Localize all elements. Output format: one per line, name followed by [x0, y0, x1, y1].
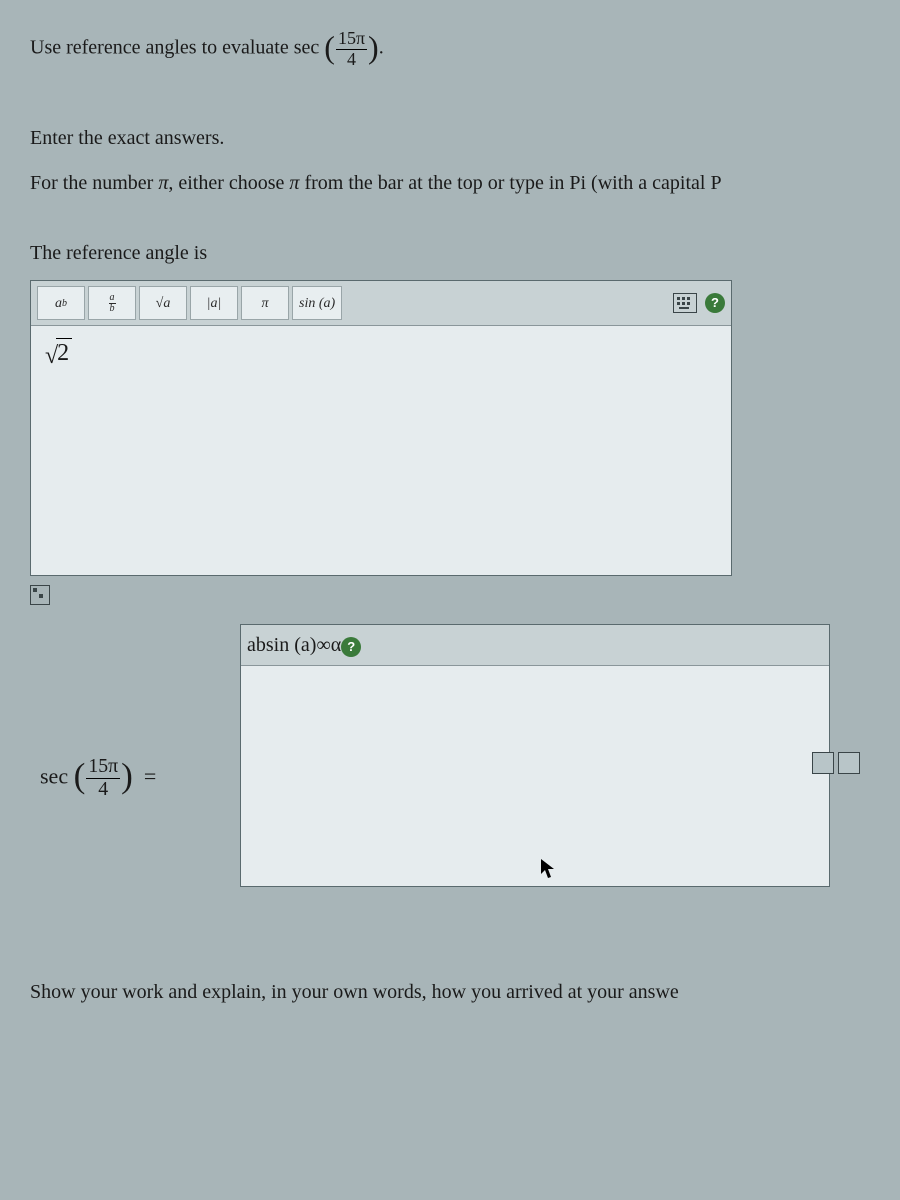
- tool-sin[interactable]: sin (a): [292, 286, 342, 320]
- show-work-prompt: Show your work and explain, in your own …: [30, 977, 875, 1007]
- editor1-toolbar: ab ab √a |a| π sin (a) ?: [31, 281, 731, 325]
- instructions-line1: Enter the exact answers.: [30, 123, 875, 153]
- help-icon[interactable]: ?: [705, 293, 725, 313]
- instructions-line2: For the number π, either choose π from t…: [30, 168, 875, 198]
- tool-infinity[interactable]: ∞: [316, 630, 330, 660]
- editor2-input[interactable]: [241, 665, 829, 886]
- editor2-side-icons: [812, 752, 860, 774]
- math-editor-1: ab ab √a |a| π sin (a) ? √2: [30, 280, 732, 576]
- editor2-toolbar: ab sin (a) ∞ α ?: [241, 625, 829, 665]
- tool-abs[interactable]: |a|: [190, 286, 238, 320]
- tool-alpha[interactable]: α: [331, 630, 341, 660]
- question-prefix: Use reference angles to evaluate sec: [30, 37, 319, 59]
- settings-icon[interactable]: [838, 752, 860, 774]
- tool-sqrt[interactable]: √a: [139, 286, 187, 320]
- reference-angle-prompt: The reference angle is: [30, 238, 875, 268]
- editor1-input[interactable]: √2: [31, 325, 731, 575]
- expand-icon[interactable]: [30, 585, 50, 605]
- tool-power[interactable]: ab: [37, 286, 85, 320]
- math-editor-2: ab sin (a) ∞ α ?: [240, 624, 830, 887]
- tool-fraction[interactable]: ab: [88, 286, 136, 320]
- help-icon-2[interactable]: ?: [341, 637, 361, 657]
- tool-power-2[interactable]: ab: [247, 630, 266, 660]
- tool-pi[interactable]: π: [241, 286, 289, 320]
- keyboard-icon[interactable]: [673, 293, 697, 313]
- tool-sin-2[interactable]: sin (a): [266, 630, 317, 660]
- editor1-corner-row: [30, 584, 875, 614]
- sec-expression-label: sec (15π4) =: [40, 752, 220, 805]
- editor1-value-sqrt: √2: [45, 338, 72, 374]
- question-statement: Use reference angles to evaluate sec (15…: [30, 25, 875, 73]
- fullscreen-icon[interactable]: [812, 752, 834, 774]
